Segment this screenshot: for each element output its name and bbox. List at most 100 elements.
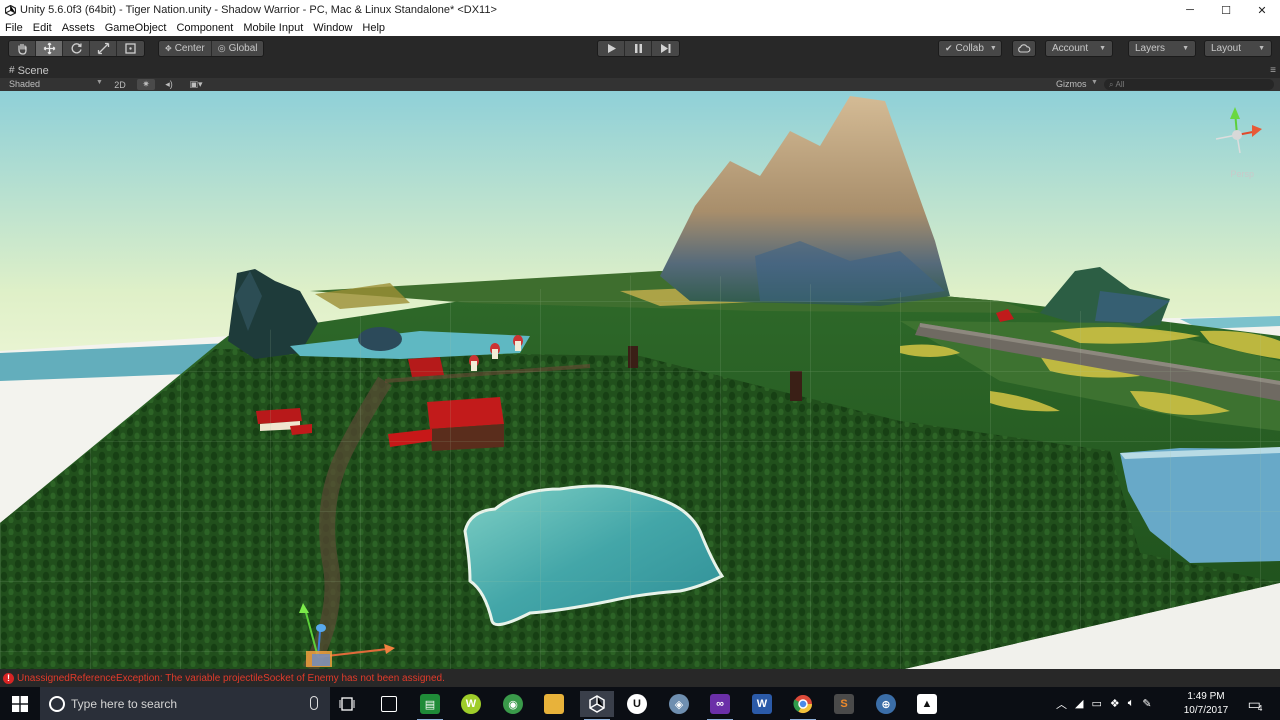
gizmos-dropdown[interactable]: Gizmos — [1056, 79, 1087, 89]
unity-app[interactable] — [580, 691, 614, 720]
lighting-toggle-icon[interactable]: ✷ — [137, 79, 155, 90]
globe-app[interactable]: ⊕ — [869, 691, 903, 717]
volume-icon[interactable]: 🔈︎ — [1128, 697, 1135, 710]
space-label: Global — [228, 43, 258, 54]
chevron-down-icon: ▼ — [1099, 45, 1106, 52]
android-app[interactable]: ◉ — [496, 691, 530, 717]
play-icon — [607, 44, 616, 53]
play-button[interactable] — [598, 41, 625, 56]
pivot-toggles: ✥ Center ◎ Global — [158, 40, 265, 57]
notification-center-button[interactable]: ▭ 4 — [1240, 695, 1270, 713]
main-toolbar: ✥ Center ◎ Global ✔ Collab ▼ Account ▼ L… — [0, 36, 1280, 62]
shading-mode-dropdown[interactable]: Shaded — [9, 79, 40, 89]
error-message: UnassignedReferenceException: The variab… — [17, 672, 445, 684]
microphone-icon[interactable] — [310, 696, 318, 710]
w-app-icon: W — [461, 694, 481, 714]
visual-studio-app[interactable]: ∞ — [703, 691, 737, 720]
hand-tool-icon[interactable] — [9, 41, 36, 56]
menu-help[interactable]: Help — [357, 22, 390, 34]
menu-window[interactable]: Window — [308, 22, 357, 34]
menu-gameobject[interactable]: GameObject — [100, 22, 172, 34]
collab-label: Collab — [955, 43, 984, 54]
taskbar-search-placeholder: Type here to search — [71, 696, 178, 711]
scene-control-bar: Shaded ▼ 2D ✷ ◂) ▣▾ Gizmos ▼ ⌕ All — [0, 78, 1280, 91]
console-status-bar[interactable]: ! UnassignedReferenceException: The vari… — [0, 669, 1280, 687]
menu-mobile-input[interactable]: Mobile Input — [238, 22, 308, 34]
start-button[interactable] — [0, 687, 40, 720]
system-tray: ︿ ◢ ▭ ❖ 🔈︎ ✎ — [1056, 687, 1152, 720]
menu-edit[interactable]: Edit — [28, 22, 57, 34]
unity-icon — [589, 695, 605, 713]
android-icon: ◉ — [503, 694, 523, 714]
chevron-down-icon: ▼ — [1258, 45, 1265, 52]
file-explorer-app[interactable] — [537, 691, 571, 717]
windows-logo-icon — [12, 695, 28, 712]
pause-button[interactable] — [625, 41, 652, 56]
clock-time: 1:49 PM — [1187, 691, 1225, 702]
photos-icon: ▲ — [917, 694, 937, 714]
globe-icon: ◎ — [217, 43, 226, 53]
collab-dropdown[interactable]: ✔ Collab ▼ — [938, 40, 1002, 57]
chevron-down-icon: ▼ — [989, 45, 997, 52]
sublime-icon: S — [834, 694, 854, 714]
pivot-center-toggle[interactable]: ✥ Center — [159, 41, 212, 56]
battery-icon[interactable]: ▭ — [1091, 697, 1101, 710]
effects-dropdown-icon[interactable]: ▣▾ — [183, 79, 209, 90]
scene-viewport[interactable]: Persp — [0, 91, 1280, 669]
audio-toggle-icon[interactable]: ◂) — [160, 79, 178, 90]
tab-scene[interactable]: # Scene — [3, 63, 55, 78]
layers-dropdown[interactable]: Layers ▼ — [1128, 40, 1196, 57]
green-app-icon: ▤ — [420, 694, 440, 714]
account-dropdown[interactable]: Account ▼ — [1045, 40, 1113, 57]
menu-component[interactable]: Component — [171, 22, 238, 34]
word-icon: W — [752, 694, 772, 714]
games-app[interactable]: ◈ — [662, 691, 696, 717]
pivot-icon: ✥ — [165, 44, 172, 53]
step-icon — [660, 44, 670, 53]
task-view-button[interactable] — [330, 691, 364, 717]
panel-menu-icon[interactable]: ≡ — [1270, 65, 1276, 76]
green-app[interactable]: ▤ — [413, 691, 447, 720]
chevron-down-icon: ▼ — [1091, 79, 1098, 86]
menu-file[interactable]: File — [0, 22, 28, 34]
notification-count: 4 — [1257, 703, 1263, 713]
chevron-down-icon: ▼ — [96, 79, 103, 86]
toggle-2d-button[interactable]: 2D — [110, 79, 130, 90]
store-icon — [381, 696, 397, 712]
photos-app[interactable]: ▲ — [910, 691, 944, 717]
folder-icon — [544, 694, 564, 714]
unreal-icon: U — [627, 694, 647, 714]
taskbar-search-input[interactable]: Type here to search — [40, 687, 330, 720]
rect-tool-icon[interactable] — [117, 41, 144, 56]
word-app[interactable]: W — [745, 691, 779, 717]
window-titlebar: Unity 5.6.0f3 (64bit) - Tiger Nation.uni… — [0, 0, 1280, 20]
move-tool-icon[interactable] — [36, 41, 63, 56]
store-app[interactable] — [372, 691, 406, 717]
task-view-icon — [339, 697, 355, 711]
persp-label[interactable]: Persp — [1230, 169, 1254, 179]
space-global-toggle[interactable]: ◎ Global — [212, 41, 264, 56]
chevron-up-icon[interactable]: ︿ — [1056, 696, 1067, 712]
unreal-app[interactable]: U — [620, 691, 654, 717]
scale-tool-icon[interactable] — [90, 41, 117, 56]
rotate-tool-icon[interactable] — [63, 41, 90, 56]
pause-icon — [634, 44, 642, 53]
scene-search-input[interactable]: ⌕ All — [1104, 79, 1274, 90]
dropbox-icon[interactable]: ❖ — [1110, 697, 1120, 710]
pen-icon[interactable]: ✎ — [1142, 697, 1151, 710]
minimize-button[interactable]: ─ — [1172, 0, 1208, 20]
maximize-button[interactable]: ☐ — [1208, 0, 1244, 20]
layers-label: Layers — [1135, 43, 1166, 54]
whatsapp-like-app[interactable]: W — [454, 691, 488, 717]
chrome-app[interactable] — [786, 691, 820, 720]
taskbar-clock[interactable]: 1:49 PM 10/7/2017 — [1180, 690, 1232, 718]
network-icon[interactable]: ◢ — [1075, 697, 1083, 710]
search-placeholder: All — [1115, 80, 1125, 89]
layout-dropdown[interactable]: Layout ▼ — [1204, 40, 1272, 57]
close-button[interactable]: ✕ — [1244, 0, 1280, 20]
menu-assets[interactable]: Assets — [57, 22, 100, 34]
sublime-app[interactable]: S — [827, 691, 861, 717]
cloud-button[interactable] — [1012, 40, 1036, 57]
chevron-down-icon: ▼ — [1182, 45, 1189, 52]
step-button[interactable] — [652, 41, 679, 56]
